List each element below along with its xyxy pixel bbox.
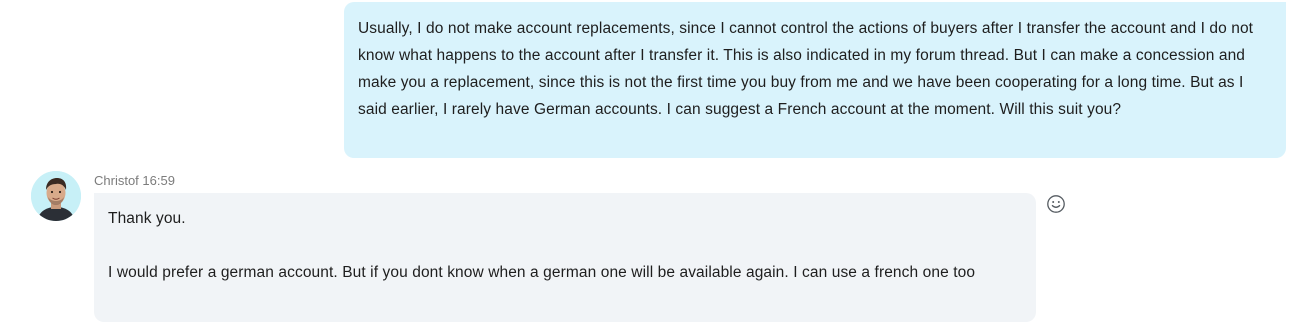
incoming-message-paragraph: I would prefer a german account. But if … bbox=[108, 264, 976, 281]
outgoing-message-bubble[interactable]: Usually, I do not make account replaceme… bbox=[344, 2, 1286, 158]
add-reaction-button[interactable] bbox=[1045, 193, 1067, 215]
outgoing-message-text: Usually, I do not make account replaceme… bbox=[358, 20, 1254, 118]
message-time: 16:59 bbox=[142, 173, 175, 188]
incoming-message-bubble[interactable]: Thank you. I would prefer a german accou… bbox=[94, 193, 1036, 322]
sender-avatar[interactable] bbox=[31, 171, 81, 221]
sender-name: Christof bbox=[94, 173, 139, 188]
avatar-photo bbox=[31, 171, 81, 221]
smiley-face-icon bbox=[1047, 195, 1065, 213]
incoming-message-paragraph: Thank you. bbox=[108, 210, 186, 227]
message-meta: Christof 16:59 bbox=[94, 173, 175, 188]
chat-conversation: Usually, I do not make account replaceme… bbox=[0, 0, 1308, 330]
